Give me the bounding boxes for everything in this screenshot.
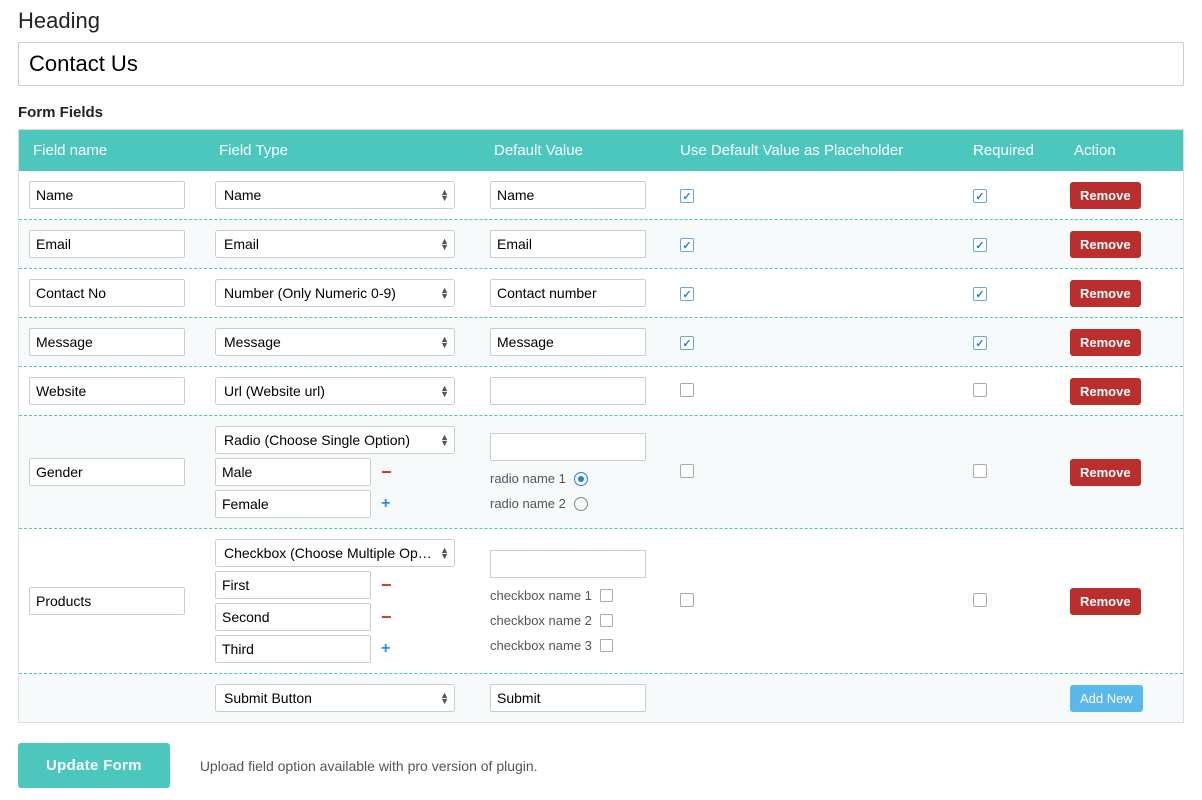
field-name-input[interactable]: [29, 328, 185, 356]
heading-input[interactable]: [18, 42, 1184, 86]
field-name-input[interactable]: [29, 587, 185, 615]
remove-button[interactable]: Remove: [1070, 182, 1141, 209]
update-form-button[interactable]: Update Form: [18, 743, 170, 788]
table-row: Number (Only Numeric 0-9)▲▼ ✓ ✓ Remove: [19, 268, 1183, 317]
minus-icon[interactable]: −: [381, 608, 392, 626]
remove-button[interactable]: Remove: [1070, 231, 1141, 258]
checkbox-preview[interactable]: [600, 639, 613, 652]
table-row-radio: Radio (Choose Single Option)▲▼ − + radio…: [19, 415, 1183, 528]
fields-table: Field name Field Type Default Value Use …: [18, 129, 1184, 723]
table-row: Email▲▼ ✓ ✓ Remove: [19, 219, 1183, 268]
checkbox-preview-label: checkbox name 2: [490, 613, 592, 628]
th-type: Field Type: [209, 130, 484, 171]
required-checkbox[interactable]: [973, 464, 987, 478]
option-input[interactable]: [215, 458, 371, 486]
heading-label: Heading: [18, 8, 1184, 34]
field-type-select[interactable]: Url (Website url): [215, 377, 455, 405]
placeholder-checkbox[interactable]: ✓: [680, 287, 694, 301]
option-input[interactable]: [215, 635, 371, 663]
field-name-input[interactable]: [29, 279, 185, 307]
placeholder-checkbox[interactable]: [680, 464, 694, 478]
required-checkbox[interactable]: ✓: [973, 238, 987, 252]
plus-icon[interactable]: +: [381, 641, 390, 657]
option-input[interactable]: [215, 571, 371, 599]
remove-button[interactable]: Remove: [1070, 459, 1141, 486]
form-fields-label: Form Fields: [18, 104, 1184, 121]
required-checkbox[interactable]: [973, 593, 987, 607]
th-required: Required: [963, 130, 1064, 171]
required-checkbox[interactable]: ✓: [973, 189, 987, 203]
required-checkbox[interactable]: ✓: [973, 336, 987, 350]
checkbox-preview[interactable]: [600, 589, 613, 602]
checkbox-preview-label: checkbox name 3: [490, 638, 592, 653]
required-checkbox[interactable]: [973, 383, 987, 397]
required-checkbox[interactable]: ✓: [973, 287, 987, 301]
th-name: Field name: [19, 130, 209, 171]
field-type-select[interactable]: Submit Button: [215, 684, 455, 712]
default-value-input[interactable]: [490, 377, 646, 405]
minus-icon[interactable]: −: [381, 576, 392, 594]
placeholder-checkbox[interactable]: ✓: [680, 189, 694, 203]
field-type-select[interactable]: Checkbox (Choose Multiple Options): [215, 539, 455, 567]
remove-button[interactable]: Remove: [1070, 378, 1141, 405]
remove-button[interactable]: Remove: [1070, 280, 1141, 307]
option-input[interactable]: [215, 490, 371, 518]
default-value-input[interactable]: [490, 684, 646, 712]
plus-icon[interactable]: +: [381, 496, 390, 512]
default-value-input[interactable]: [490, 181, 646, 209]
default-value-input[interactable]: [490, 279, 646, 307]
default-value-input[interactable]: [490, 550, 646, 578]
field-name-input[interactable]: [29, 458, 185, 486]
radio-preview[interactable]: [574, 472, 588, 486]
field-name-input[interactable]: [29, 377, 185, 405]
table-row-checkbox: Checkbox (Choose Multiple Options)▲▼ − −…: [19, 528, 1183, 673]
th-action: Action: [1064, 130, 1183, 171]
checkbox-preview[interactable]: [600, 614, 613, 627]
table-row: Message▲▼ ✓ ✓ Remove: [19, 317, 1183, 366]
option-input[interactable]: [215, 603, 371, 631]
placeholder-checkbox[interactable]: [680, 593, 694, 607]
default-value-input[interactable]: [490, 433, 646, 461]
default-value-input[interactable]: [490, 230, 646, 258]
radio-preview-label: radio name 2: [490, 496, 566, 511]
footer: Update Form Upload field option availabl…: [18, 743, 1184, 788]
placeholder-checkbox[interactable]: ✓: [680, 336, 694, 350]
field-type-select[interactable]: Email: [215, 230, 455, 258]
table-header: Field name Field Type Default Value Use …: [19, 130, 1183, 171]
field-type-select[interactable]: Message: [215, 328, 455, 356]
field-type-select[interactable]: Name: [215, 181, 455, 209]
add-new-button[interactable]: Add New: [1070, 685, 1143, 712]
placeholder-checkbox[interactable]: [680, 383, 694, 397]
remove-button[interactable]: Remove: [1070, 329, 1141, 356]
table-row: Name▲▼ ✓ ✓ Remove: [19, 171, 1183, 219]
field-type-select[interactable]: Radio (Choose Single Option): [215, 426, 455, 454]
field-name-input[interactable]: [29, 230, 185, 258]
footer-note: Upload field option available with pro v…: [200, 758, 538, 774]
radio-preview[interactable]: [574, 497, 588, 511]
th-default: Default Value: [484, 130, 670, 171]
checkbox-preview-label: checkbox name 1: [490, 588, 592, 603]
table-row: Url (Website url)▲▼ Remove: [19, 366, 1183, 415]
default-value-input[interactable]: [490, 328, 646, 356]
minus-icon[interactable]: −: [381, 463, 392, 481]
radio-preview-label: radio name 1: [490, 471, 566, 486]
remove-button[interactable]: Remove: [1070, 588, 1141, 615]
th-placeholder: Use Default Value as Placeholder: [670, 130, 963, 171]
field-type-select[interactable]: Number (Only Numeric 0-9): [215, 279, 455, 307]
field-name-input[interactable]: [29, 181, 185, 209]
table-row-submit: Submit Button▲▼ Add New: [19, 673, 1183, 722]
placeholder-checkbox[interactable]: ✓: [680, 238, 694, 252]
